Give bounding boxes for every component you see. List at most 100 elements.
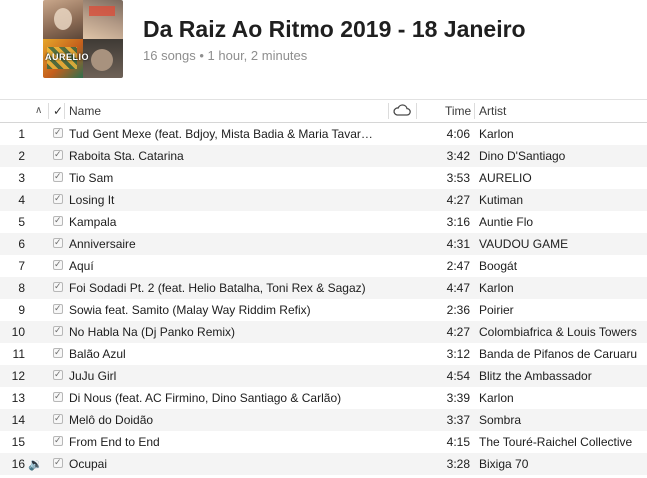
track-checkbox[interactable] [53, 414, 63, 424]
track-checkbox[interactable] [53, 238, 63, 248]
column-separator[interactable] [388, 103, 389, 119]
table-row[interactable]: 15 From End to End 4:15 The Touré-Raichel C… [0, 431, 647, 453]
track-artist[interactable]: Auntie Flo [479, 211, 647, 233]
table-row[interactable]: 2 Raboita Sta. Catarina 3:42 Dino D'Santiag… [0, 145, 647, 167]
now-playing-speaker-icon [28, 409, 44, 431]
track-time: 4:47 [446, 281, 470, 295]
column-header-name[interactable]: Name [69, 100, 101, 122]
cloud-icon[interactable] [392, 100, 412, 122]
track-artist[interactable]: Karlon [479, 387, 647, 409]
track-artist[interactable]: Dino D'Santiago [479, 145, 647, 167]
track-checkbox[interactable] [53, 216, 63, 226]
track-artist[interactable]: Poirier [479, 299, 647, 321]
table-row[interactable]: 12 JuJu Girl 4:54 Blitz the Ambassador [0, 365, 647, 387]
track-checkbox[interactable] [53, 348, 63, 358]
column-separator[interactable] [64, 103, 65, 119]
track-name: Losing It [69, 193, 115, 207]
track-time: 3:12 [446, 347, 470, 361]
track-time: 2:47 [446, 259, 470, 273]
now-playing-speaker-icon [28, 167, 44, 189]
track-artist[interactable]: The Touré-Raichel Collective [479, 431, 647, 453]
track-checkbox[interactable] [53, 128, 63, 138]
track-number: 14 [11, 413, 25, 427]
playlist-artwork[interactable] [43, 0, 123, 78]
track-artist[interactable]: Colombiafrica & Louis Towers [479, 321, 647, 343]
track-checkbox[interactable] [53, 304, 63, 314]
track-number: 4 [18, 193, 25, 207]
table-row[interactable]: 1 Tud Gent Mexe (feat. Bdjoy, Mista Badia… [0, 123, 647, 145]
track-name: Sowia feat. Samito (Malay Way Riddim Ref… [69, 303, 311, 317]
table-row[interactable]: 3 Tio Sam 3:53 AURELIO [0, 167, 647, 189]
track-name: Tud Gent Mexe (feat. Bdjoy, Mista Badia … [69, 127, 373, 141]
playlist-title[interactable]: Da Raiz Ao Ritmo 2019 - 18 Janeiro [143, 16, 526, 43]
track-time: 4:15 [446, 435, 470, 449]
artwork-tile-1 [43, 0, 83, 39]
track-artist[interactable]: AURELIO [479, 167, 647, 189]
sort-indicator-icon[interactable]: ∧ [35, 100, 42, 122]
track-time: 3:28 [446, 457, 470, 471]
track-checkbox[interactable] [53, 150, 63, 160]
track-artist[interactable]: VAUDOU GAME [479, 233, 647, 255]
track-artist[interactable]: Karlon [479, 123, 647, 145]
track-artist[interactable]: Blitz the Ambassador [479, 365, 647, 387]
track-number: 11 [12, 347, 25, 361]
table-body: 1 Tud Gent Mexe (feat. Bdjoy, Mista Badia… [0, 123, 647, 475]
track-checkbox[interactable] [53, 172, 63, 182]
track-artist[interactable]: Boogát [479, 255, 647, 277]
table-row[interactable]: 9 Sowia feat. Samito (Malay Way Riddim Re… [0, 299, 647, 321]
table-row[interactable]: 8 Foi Sodadi Pt. 2 (feat. Helio Batalha, … [0, 277, 647, 299]
track-time: 4:31 [446, 237, 470, 251]
track-name: Di Nous (feat. AC Firmino, Dino Santiago… [69, 391, 342, 405]
table-row[interactable]: 5 Kampala 3:16 Auntie Flo [0, 211, 647, 233]
track-checkbox[interactable] [53, 370, 63, 380]
table-row[interactable]: 16🔉 Ocupai 3:28 Bixiga 70 [0, 453, 647, 475]
table-row[interactable]: 6 Anniversaire 4:31 VAUDOU GAME [0, 233, 647, 255]
now-playing-speaker-icon [28, 365, 44, 387]
track-time: 3:37 [446, 413, 470, 427]
column-separator[interactable] [48, 103, 49, 119]
track-number: 1 [18, 127, 25, 141]
track-time: 3:39 [446, 391, 470, 405]
track-checkbox[interactable] [53, 458, 63, 468]
now-playing-speaker-icon [28, 277, 44, 299]
table-row[interactable]: 4 Losing It 4:27 Kutiman [0, 189, 647, 211]
track-checkbox[interactable] [53, 194, 63, 204]
track-checkbox[interactable] [53, 260, 63, 270]
column-separator[interactable] [416, 103, 417, 119]
track-time: 3:42 [446, 149, 470, 163]
table-row[interactable]: 7 Aquí 2:47 Boogát [0, 255, 647, 277]
playlist-header: AURELIO Da Raiz Ao Ritmo 2019 - 18 Janei… [0, 0, 647, 96]
track-artist[interactable]: Karlon [479, 277, 647, 299]
now-playing-speaker-icon [28, 387, 44, 409]
column-separator[interactable] [474, 103, 475, 119]
now-playing-speaker-icon: 🔉 [28, 457, 43, 471]
table-row[interactable]: 13 Di Nous (feat. AC Firmino, Dino Santia… [0, 387, 647, 409]
now-playing-speaker-icon [28, 189, 44, 211]
now-playing-speaker-icon [28, 321, 44, 343]
now-playing-speaker-icon [28, 233, 44, 255]
track-name: Aquí [69, 259, 94, 273]
track-artist[interactable]: Banda de Pifanos de Caruaru [479, 343, 647, 365]
table-row[interactable]: 14 Melô do Doidão 3:37 Sombra [0, 409, 647, 431]
track-name: Tio Sam [69, 171, 114, 185]
now-playing-speaker-icon [28, 431, 44, 453]
column-header-artist[interactable]: Artist [479, 100, 506, 122]
track-name: Ocupai [69, 457, 108, 471]
track-checkbox[interactable] [53, 436, 63, 446]
track-checkbox[interactable] [53, 282, 63, 292]
track-name: Anniversaire [69, 237, 136, 251]
table-row[interactable]: 10 No Habla Na (Dj Panko Remix) 4:27 Colomb… [0, 321, 647, 343]
track-name: JuJu Girl [69, 369, 117, 383]
artwork-label: AURELIO [45, 52, 89, 62]
table-row[interactable]: 11 Balão Azul 3:12 Banda de Pifanos de Caru… [0, 343, 647, 365]
column-header-time[interactable]: Time [445, 100, 471, 122]
track-time: 2:36 [446, 303, 470, 317]
track-checkbox[interactable] [53, 392, 63, 402]
track-name: Melô do Doidão [69, 413, 154, 427]
track-artist[interactable]: Kutiman [479, 189, 647, 211]
table-header: ∧ ✓ Name Time Artist [0, 99, 647, 123]
track-artist[interactable]: Bixiga 70 [479, 453, 647, 475]
checkbox-column-header[interactable]: ✓ [53, 100, 63, 122]
track-artist[interactable]: Sombra [479, 409, 647, 431]
track-checkbox[interactable] [53, 326, 63, 336]
